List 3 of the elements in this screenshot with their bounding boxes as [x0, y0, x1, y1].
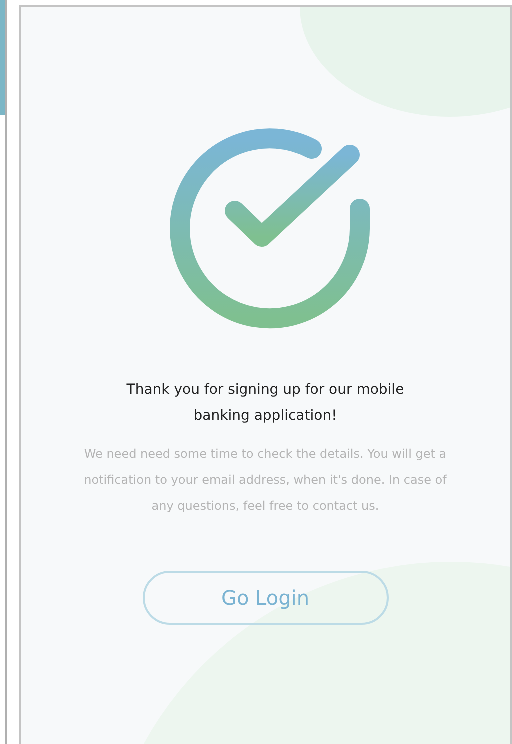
go-login-button[interactable]: Go Login	[142, 571, 388, 625]
confirmation-message: We need need some time to check the details. You will get a notification to your email address, when it's done. In case of any questions, feel free to contact us.	[83, 446, 448, 515]
confirmation-title: Thank you for signing up for our mobile banking application!	[126, 381, 406, 426]
